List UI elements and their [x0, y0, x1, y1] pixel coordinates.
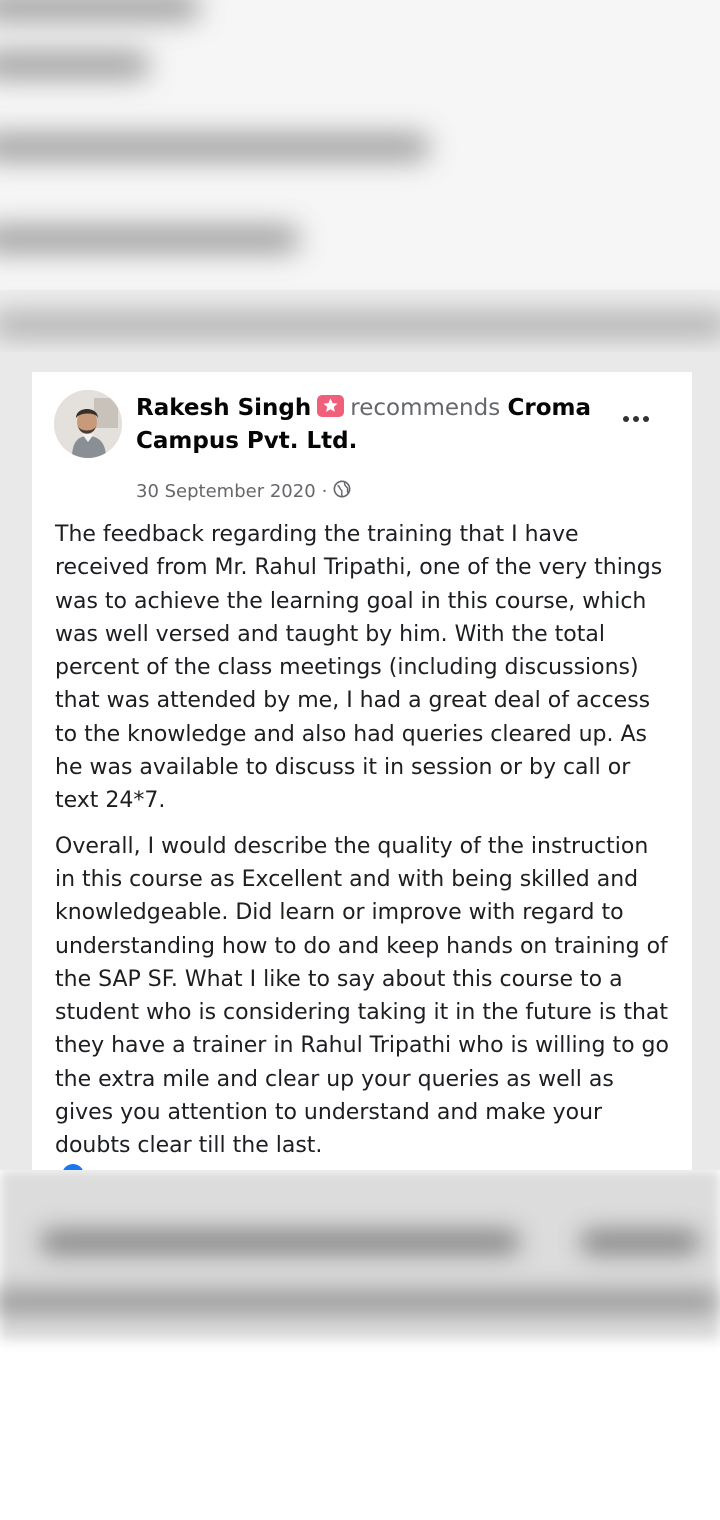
post-card-container: Rakesh Singh recommends Croma Campus Pvt.…	[0, 352, 720, 1170]
author-name[interactable]: Rakesh Singh	[136, 395, 311, 421]
post-body: The feedback regarding the training that…	[55, 518, 673, 1170]
blurred-background-top	[0, 0, 720, 352]
post-meta: 30 September 2020 ·	[136, 480, 351, 503]
blurred-background-bottom	[0, 1170, 720, 1520]
meta-separator: ·	[321, 481, 328, 502]
more-options-icon[interactable]	[620, 412, 652, 426]
post-paragraph: The feedback regarding the training that…	[55, 522, 663, 814]
post-paragraph: Overall, I would describe the quality of…	[55, 833, 669, 1159]
recommends-text: recommends	[350, 395, 501, 421]
post-date[interactable]: 30 September 2020	[136, 481, 316, 502]
recommendation-post: Rakesh Singh recommends Croma Campus Pvt.…	[32, 372, 692, 1170]
star-badge-icon	[317, 395, 345, 417]
avatar[interactable]	[54, 390, 122, 458]
globe-icon	[333, 480, 351, 503]
post-header: Rakesh Singh recommends Croma Campus Pvt.…	[136, 392, 606, 458]
